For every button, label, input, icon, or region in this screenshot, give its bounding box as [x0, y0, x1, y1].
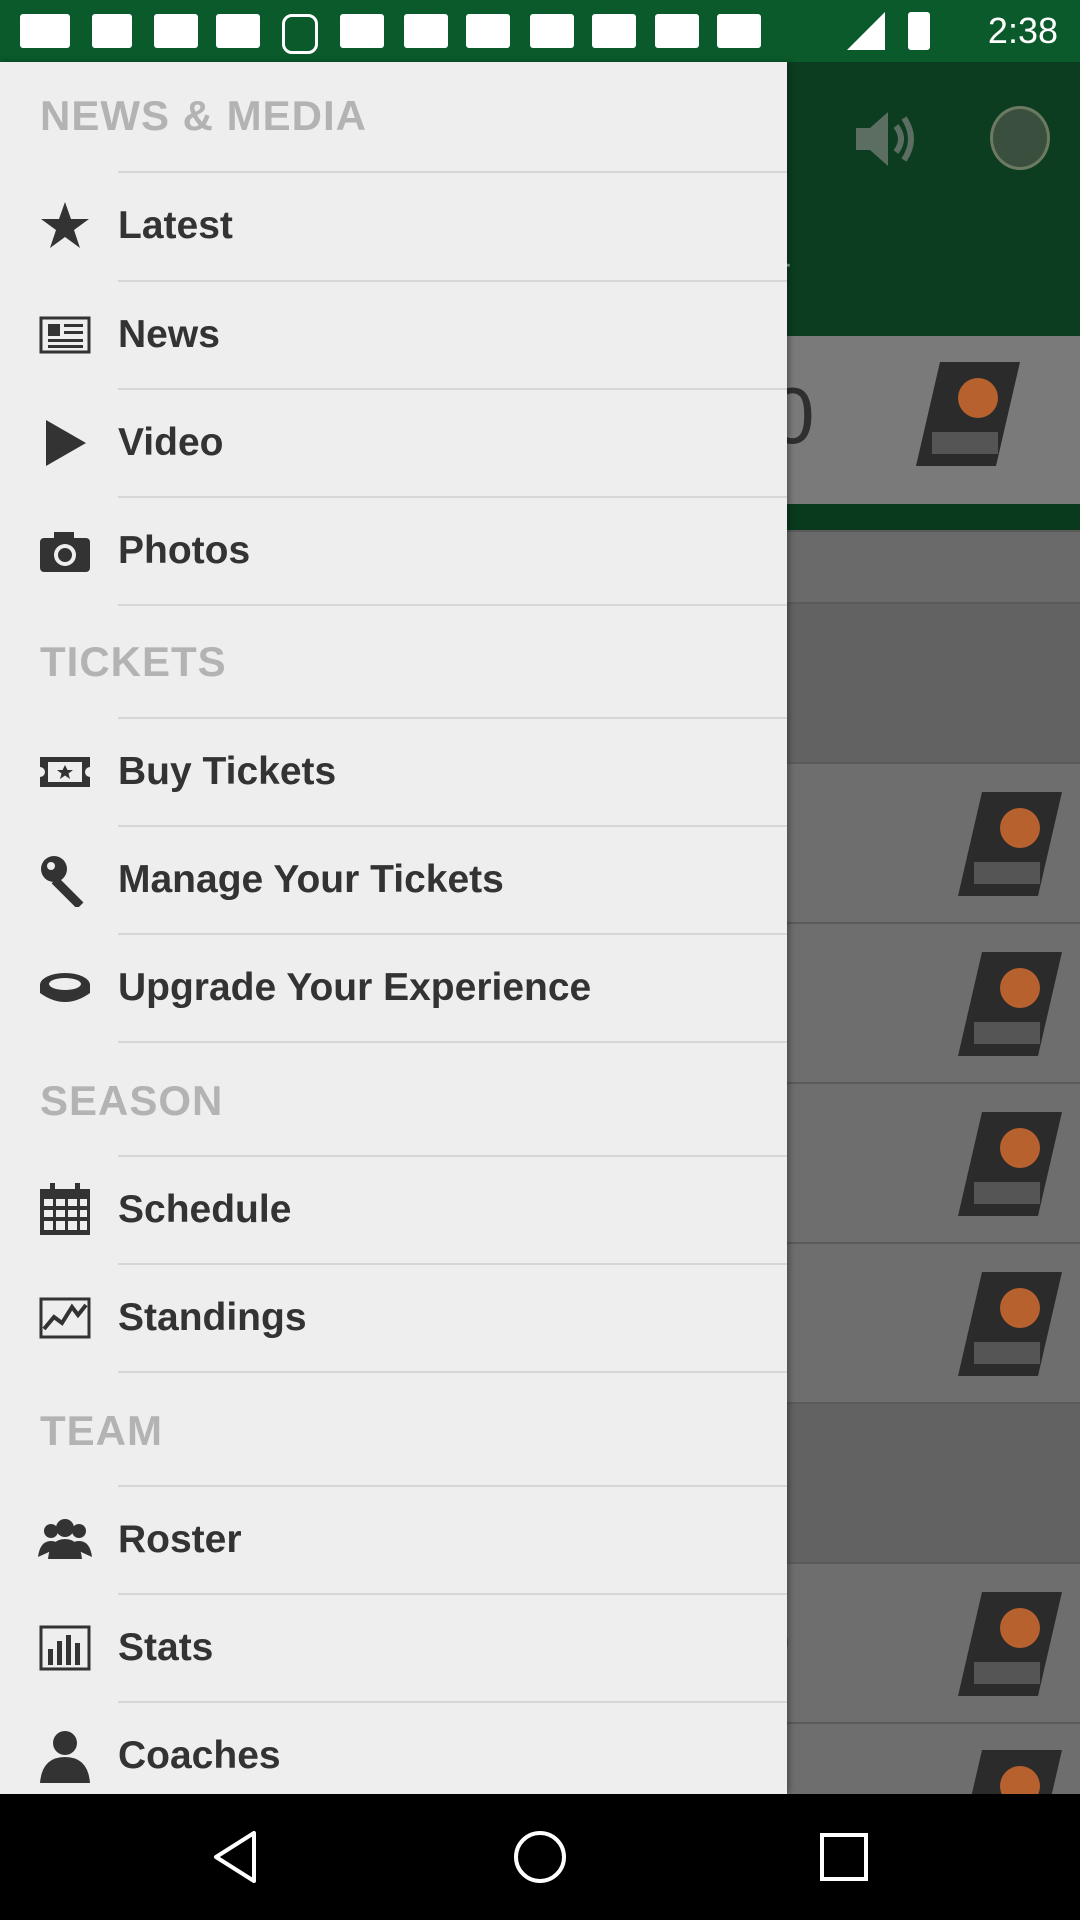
play-icon — [46, 420, 86, 466]
section-tickets: TICKETS — [40, 638, 227, 685]
navigation-drawer: NEWS & MEDIA Latest News Video Photos TI… — [0, 62, 787, 1794]
group-icon — [38, 1519, 92, 1559]
menu-item-label: Roster — [118, 1518, 242, 1561]
bar-chart-icon — [39, 1625, 91, 1671]
menu-item-label: Coaches — [118, 1734, 281, 1777]
suns-logo-icon — [916, 362, 1020, 466]
person-icon — [40, 1731, 90, 1783]
menu-item-coaches[interactable]: Coaches — [0, 1702, 787, 1794]
menu-item-stats[interactable]: Stats — [0, 1594, 787, 1702]
notification-icon — [530, 14, 574, 48]
suns-logo-icon — [958, 1112, 1062, 1216]
line-chart-icon — [39, 1297, 91, 1339]
camera-icon — [40, 532, 90, 572]
ticket-icon — [40, 757, 90, 787]
battery-icon — [908, 12, 930, 50]
menu-item-label: Schedule — [118, 1188, 292, 1231]
menu-item-label: News — [118, 313, 220, 356]
menu-item-label: Video — [118, 421, 224, 464]
notification-icon — [717, 14, 761, 48]
status-bar: 2:38 — [0, 0, 1080, 62]
divider — [118, 604, 787, 606]
team-crest-icon[interactable] — [990, 106, 1050, 170]
suns-logo-icon — [958, 792, 1062, 896]
suns-logo-icon — [958, 952, 1062, 1056]
section-news-media: NEWS & MEDIA — [40, 92, 367, 139]
star-icon — [41, 202, 89, 248]
suns-logo-icon — [958, 1272, 1062, 1376]
notification-icon — [340, 14, 384, 48]
notification-icon — [154, 14, 198, 48]
menu-item-label: Standings — [118, 1296, 307, 1339]
notification-icon — [466, 14, 510, 48]
section-team: TEAM — [40, 1407, 163, 1454]
microscope-icon — [282, 14, 318, 54]
divider — [118, 1371, 787, 1373]
menu-item-label: Buy Tickets — [118, 750, 337, 793]
divider — [118, 1041, 787, 1043]
menu-item-label: Photos — [118, 529, 251, 572]
notification-icon — [20, 14, 70, 48]
speaker-icon[interactable] — [850, 104, 920, 174]
menu-item-standings[interactable]: Standings — [0, 1264, 787, 1372]
arena-icon — [40, 973, 90, 1002]
notification-icon — [655, 14, 699, 48]
section-season: SEASON — [40, 1077, 224, 1124]
newspaper-icon — [39, 316, 91, 354]
key-icon — [41, 856, 84, 907]
menu-item-schedule[interactable]: Schedule — [0, 1156, 787, 1264]
menu-item-buy-tickets[interactable]: Buy Tickets — [0, 718, 787, 826]
menu-item-label: Manage Your Tickets — [118, 858, 504, 901]
menu-item-video[interactable]: Video — [0, 389, 787, 497]
calendar-icon — [40, 1183, 90, 1235]
facebook-icon — [92, 14, 132, 48]
suns-logo-icon — [971, 1750, 1062, 1794]
menu-item-roster[interactable]: Roster — [0, 1486, 787, 1594]
menu-item-news[interactable]: News — [0, 281, 787, 389]
notification-icon — [216, 14, 260, 48]
menu-item-latest[interactable]: Latest — [0, 172, 787, 280]
menu-item-manage-tickets[interactable]: Manage Your Tickets — [0, 826, 787, 934]
menu-item-label: Stats — [118, 1626, 214, 1669]
back-icon[interactable] — [206, 1827, 266, 1887]
notification-icon — [404, 14, 448, 48]
notification-icon — [592, 14, 636, 48]
status-time: 2:38 — [987, 10, 1058, 51]
menu-item-upgrade-experience[interactable]: Upgrade Your Experience — [0, 934, 787, 1042]
menu-item-label: Latest — [118, 204, 233, 247]
menu-item-label: Upgrade Your Experience — [118, 966, 592, 1009]
suns-logo-icon — [958, 1592, 1062, 1696]
signal-icon — [847, 12, 885, 50]
system-nav-bar — [0, 1794, 1080, 1920]
recents-icon[interactable] — [814, 1827, 874, 1887]
menu-item-photos[interactable]: Photos — [0, 497, 787, 605]
home-icon[interactable] — [510, 1827, 570, 1887]
